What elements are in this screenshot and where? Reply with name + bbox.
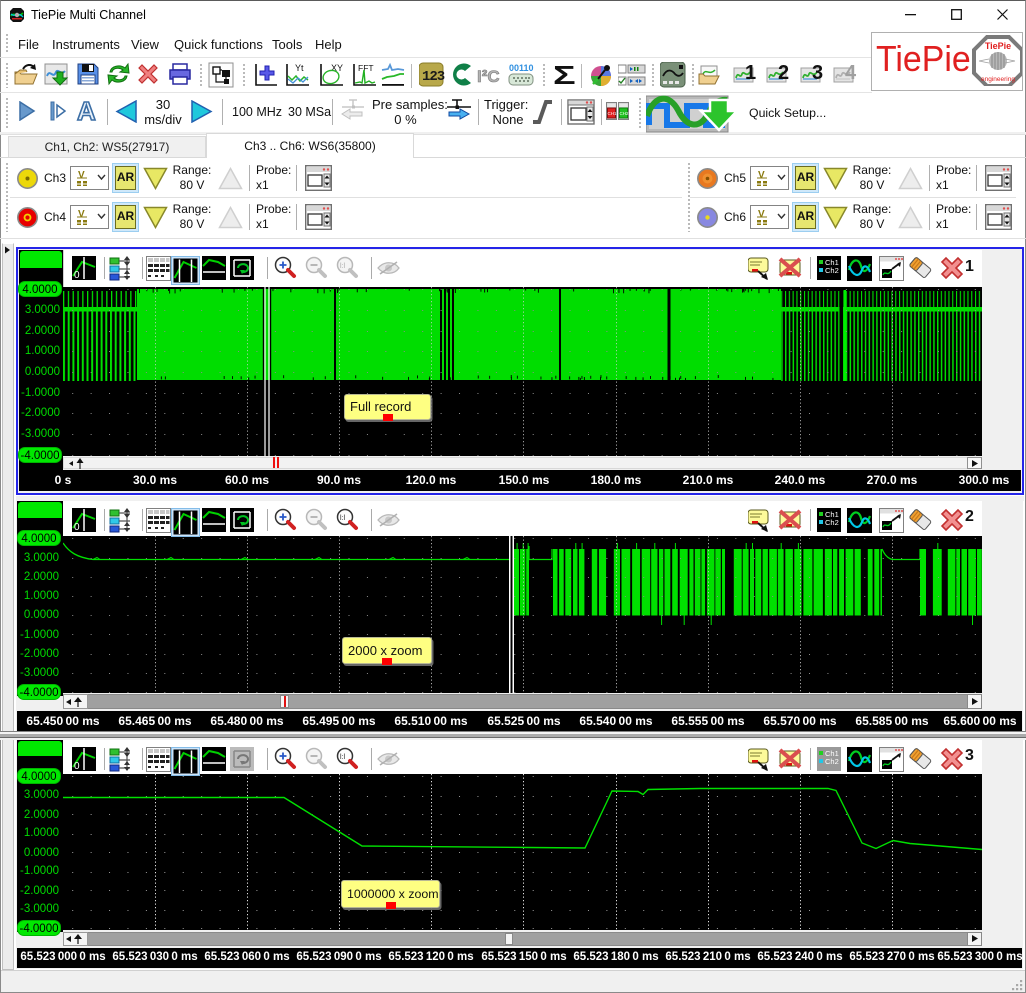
svg-text:TiePie: TiePie (985, 41, 1011, 51)
svg-text:Ch2: Ch2 (825, 266, 839, 275)
svg-text:engineering: engineering (981, 76, 1015, 83)
svg-text:V: V (758, 170, 765, 181)
svg-text:0: 0 (74, 761, 80, 772)
svg-text:Ch2: Ch2 (825, 518, 839, 527)
svg-text:CH2: CH2 (620, 111, 629, 116)
svg-text:00110: 00110 (509, 63, 534, 73)
svg-text:0: 0 (74, 270, 80, 281)
svg-text:FFT: FFT (358, 63, 374, 73)
svg-text:V: V (758, 209, 765, 220)
svg-text:0: 0 (74, 522, 80, 533)
svg-text:l:l: l:l (340, 515, 346, 522)
svg-text:4: 4 (845, 62, 857, 84)
svg-text:l:l: l:l (340, 263, 346, 270)
svg-text:123: 123 (422, 69, 445, 85)
svg-text:I²C: I²C (477, 67, 500, 86)
svg-text:l:l: l:l (340, 754, 346, 761)
svg-text:1: 1 (745, 62, 756, 84)
svg-text:3: 3 (812, 62, 823, 84)
svg-text:Σ: Σ (553, 62, 576, 88)
svg-text:Ch2: Ch2 (825, 757, 839, 766)
svg-text:2: 2 (778, 62, 789, 84)
svg-text:Yt: Yt (295, 63, 304, 73)
svg-text:CH1: CH1 (608, 111, 617, 116)
svg-text:V: V (78, 170, 85, 181)
svg-text:V: V (78, 209, 85, 220)
